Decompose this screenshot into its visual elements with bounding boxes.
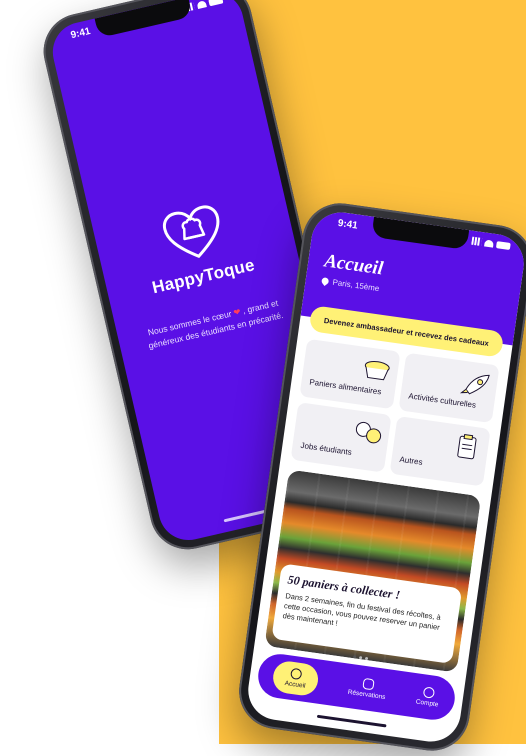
tab-label: Réservations (347, 688, 386, 702)
battery-icon (208, 0, 224, 6)
chat-bubbles-icon (355, 421, 382, 444)
carousel-dots[interactable] (352, 655, 369, 661)
wifi-icon (196, 0, 207, 9)
tagline: Nous sommes le cœur ❤ , grand et généreu… (131, 293, 299, 356)
location-pin-icon (320, 276, 331, 287)
tab-accueil[interactable]: Accueil (271, 659, 321, 698)
status-time: 9:41 (69, 26, 92, 42)
category-food-baskets[interactable]: Paniers alimentaires (299, 338, 401, 410)
category-cultural-activities[interactable]: Activités culturelles (398, 352, 500, 424)
heart-icon: ❤ (232, 306, 242, 318)
user-icon (422, 686, 435, 699)
carousel-dot[interactable] (364, 656, 369, 661)
carousel-dot[interactable] (352, 655, 357, 659)
battery-icon (496, 240, 511, 250)
home-indicator[interactable] (316, 714, 387, 728)
signal-icon (471, 236, 483, 246)
basket-icon (361, 677, 375, 691)
tab-compte[interactable]: Compte (415, 685, 440, 708)
tab-label: Compte (415, 698, 439, 709)
wifi-icon (484, 238, 495, 248)
carousel-dot[interactable] (358, 656, 363, 660)
category-student-jobs[interactable]: Jobs étudiants (290, 402, 392, 473)
category-other[interactable]: Autres (389, 416, 491, 487)
heart-chef-hat-icon (162, 205, 220, 259)
food-basket-icon (364, 360, 390, 381)
tab-label: Accueil (284, 679, 306, 690)
category-label: Autres (398, 454, 424, 467)
rocket-icon (459, 374, 490, 395)
promo-card[interactable]: 50 paniers à collecter ! Dans 2 semaines… (264, 469, 482, 673)
tab-reservations[interactable]: Réservations (347, 676, 387, 701)
promo-text-card: 50 paniers à collecter ! Dans 2 semaines… (271, 563, 463, 664)
clipboard-icon (457, 433, 477, 460)
category-label: Jobs étudiants (299, 440, 353, 457)
home-icon (290, 667, 303, 681)
category-grid: Paniers alimentaires Activités culturell… (290, 338, 500, 487)
